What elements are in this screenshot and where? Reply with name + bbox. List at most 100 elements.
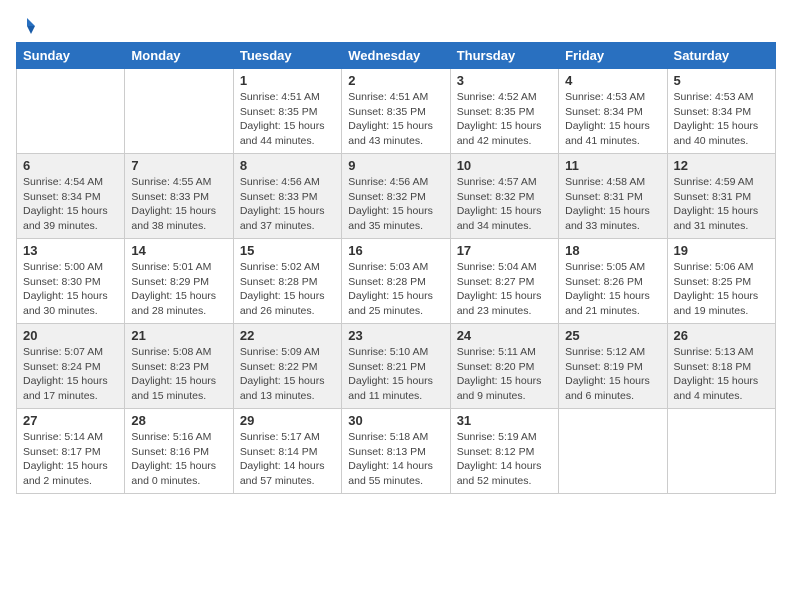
day-number: 1 (240, 73, 335, 88)
calendar-cell (17, 69, 125, 154)
day-number: 19 (674, 243, 769, 258)
logo (16, 16, 38, 32)
day-number: 10 (457, 158, 552, 173)
cell-content: Sunrise: 5:08 AM Sunset: 8:23 PM Dayligh… (131, 345, 226, 404)
calendar-cell: 30 Sunrise: 5:18 AM Sunset: 8:13 PM Dayli… (342, 409, 450, 494)
calendar-cell: 29 Sunrise: 5:17 AM Sunset: 8:14 PM Dayli… (233, 409, 341, 494)
calendar-cell: 12 Sunrise: 4:59 AM Sunset: 8:31 PM Dayli… (667, 154, 775, 239)
calendar-week-row: 13 Sunrise: 5:00 AM Sunset: 8:30 PM Dayli… (17, 239, 776, 324)
day-number: 21 (131, 328, 226, 343)
calendar-cell: 27 Sunrise: 5:14 AM Sunset: 8:17 PM Dayli… (17, 409, 125, 494)
calendar-day-header: Monday (125, 43, 233, 69)
calendar-day-header: Saturday (667, 43, 775, 69)
day-number: 20 (23, 328, 118, 343)
calendar-cell: 18 Sunrise: 5:05 AM Sunset: 8:26 PM Dayli… (559, 239, 667, 324)
cell-content: Sunrise: 5:14 AM Sunset: 8:17 PM Dayligh… (23, 430, 118, 489)
cell-content: Sunrise: 5:00 AM Sunset: 8:30 PM Dayligh… (23, 260, 118, 319)
day-number: 8 (240, 158, 335, 173)
calendar-cell: 2 Sunrise: 4:51 AM Sunset: 8:35 PM Daylig… (342, 69, 450, 154)
calendar-cell: 5 Sunrise: 4:53 AM Sunset: 8:34 PM Daylig… (667, 69, 775, 154)
page-header (16, 16, 776, 32)
day-number: 29 (240, 413, 335, 428)
cell-content: Sunrise: 4:56 AM Sunset: 8:32 PM Dayligh… (348, 175, 443, 234)
cell-content: Sunrise: 4:54 AM Sunset: 8:34 PM Dayligh… (23, 175, 118, 234)
cell-content: Sunrise: 4:59 AM Sunset: 8:31 PM Dayligh… (674, 175, 769, 234)
cell-content: Sunrise: 5:13 AM Sunset: 8:18 PM Dayligh… (674, 345, 769, 404)
calendar-cell: 17 Sunrise: 5:04 AM Sunset: 8:27 PM Dayli… (450, 239, 558, 324)
calendar-day-header: Thursday (450, 43, 558, 69)
calendar-cell: 7Sunrise: 4:55 AM Sunset: 8:33 PM Daylig… (125, 154, 233, 239)
day-number: 23 (348, 328, 443, 343)
day-number: 31 (457, 413, 552, 428)
day-number: 3 (457, 73, 552, 88)
day-number: 30 (348, 413, 443, 428)
day-number: 4 (565, 73, 660, 88)
calendar-cell: 25 Sunrise: 5:12 AM Sunset: 8:19 PM Dayli… (559, 324, 667, 409)
cell-content: Sunrise: 5:09 AM Sunset: 8:22 PM Dayligh… (240, 345, 335, 404)
cell-content: Sunrise: 5:19 AM Sunset: 8:12 PM Dayligh… (457, 430, 552, 489)
cell-content: Sunrise: 5:05 AM Sunset: 8:26 PM Dayligh… (565, 260, 660, 319)
day-number: 13 (23, 243, 118, 258)
logo-icon (17, 16, 37, 36)
cell-content: Sunrise: 4:56 AM Sunset: 8:33 PM Dayligh… (240, 175, 335, 234)
calendar-cell: 16 Sunrise: 5:03 AM Sunset: 8:28 PM Dayli… (342, 239, 450, 324)
cell-content: Sunrise: 4:51 AM Sunset: 8:35 PM Dayligh… (348, 90, 443, 149)
calendar-cell: 3 Sunrise: 4:52 AM Sunset: 8:35 PM Daylig… (450, 69, 558, 154)
cell-content: Sunrise: 4:53 AM Sunset: 8:34 PM Dayligh… (565, 90, 660, 149)
day-number: 28 (131, 413, 226, 428)
day-number: 11 (565, 158, 660, 173)
day-number: 9 (348, 158, 443, 173)
cell-content: Sunrise: 4:55 AM Sunset: 8:33 PM Dayligh… (131, 175, 226, 234)
day-number: 15 (240, 243, 335, 258)
cell-content: Sunrise: 5:12 AM Sunset: 8:19 PM Dayligh… (565, 345, 660, 404)
day-number: 14 (131, 243, 226, 258)
calendar-cell: 23 Sunrise: 5:10 AM Sunset: 8:21 PM Dayli… (342, 324, 450, 409)
day-number: 16 (348, 243, 443, 258)
calendar-cell: 21 Sunrise: 5:08 AM Sunset: 8:23 PM Dayli… (125, 324, 233, 409)
cell-content: Sunrise: 4:52 AM Sunset: 8:35 PM Dayligh… (457, 90, 552, 149)
calendar-cell: 26 Sunrise: 5:13 AM Sunset: 8:18 PM Dayli… (667, 324, 775, 409)
cell-content: Sunrise: 5:04 AM Sunset: 8:27 PM Dayligh… (457, 260, 552, 319)
day-number: 17 (457, 243, 552, 258)
cell-content: Sunrise: 5:17 AM Sunset: 8:14 PM Dayligh… (240, 430, 335, 489)
cell-content: Sunrise: 5:10 AM Sunset: 8:21 PM Dayligh… (348, 345, 443, 404)
calendar-week-row: 27 Sunrise: 5:14 AM Sunset: 8:17 PM Dayli… (17, 409, 776, 494)
cell-content: Sunrise: 5:16 AM Sunset: 8:16 PM Dayligh… (131, 430, 226, 489)
calendar-table: SundayMondayTuesdayWednesdayThursdayFrid… (16, 42, 776, 494)
day-number: 25 (565, 328, 660, 343)
day-number: 22 (240, 328, 335, 343)
day-number: 12 (674, 158, 769, 173)
cell-content: Sunrise: 5:03 AM Sunset: 8:28 PM Dayligh… (348, 260, 443, 319)
cell-content: Sunrise: 4:53 AM Sunset: 8:34 PM Dayligh… (674, 90, 769, 149)
day-number: 5 (674, 73, 769, 88)
calendar-cell: 9 Sunrise: 4:56 AM Sunset: 8:32 PM Daylig… (342, 154, 450, 239)
calendar-cell (667, 409, 775, 494)
cell-content: Sunrise: 4:58 AM Sunset: 8:31 PM Dayligh… (565, 175, 660, 234)
cell-content: Sunrise: 5:11 AM Sunset: 8:20 PM Dayligh… (457, 345, 552, 404)
day-number: 27 (23, 413, 118, 428)
calendar-day-header: Wednesday (342, 43, 450, 69)
cell-content: Sunrise: 5:01 AM Sunset: 8:29 PM Dayligh… (131, 260, 226, 319)
day-number: 18 (565, 243, 660, 258)
cell-content: Sunrise: 4:51 AM Sunset: 8:35 PM Dayligh… (240, 90, 335, 149)
calendar-week-row: 20Sunrise: 5:07 AM Sunset: 8:24 PM Dayli… (17, 324, 776, 409)
calendar-week-row: 6Sunrise: 4:54 AM Sunset: 8:34 PM Daylig… (17, 154, 776, 239)
calendar-cell (559, 409, 667, 494)
day-number: 26 (674, 328, 769, 343)
day-number: 2 (348, 73, 443, 88)
calendar-cell: 13 Sunrise: 5:00 AM Sunset: 8:30 PM Dayli… (17, 239, 125, 324)
calendar-cell: 14 Sunrise: 5:01 AM Sunset: 8:29 PM Dayli… (125, 239, 233, 324)
cell-content: Sunrise: 4:57 AM Sunset: 8:32 PM Dayligh… (457, 175, 552, 234)
calendar-cell: 1 Sunrise: 4:51 AM Sunset: 8:35 PM Daylig… (233, 69, 341, 154)
calendar-week-row: 1 Sunrise: 4:51 AM Sunset: 8:35 PM Daylig… (17, 69, 776, 154)
calendar-cell: 31 Sunrise: 5:19 AM Sunset: 8:12 PM Dayli… (450, 409, 558, 494)
cell-content: Sunrise: 5:02 AM Sunset: 8:28 PM Dayligh… (240, 260, 335, 319)
cell-content: Sunrise: 5:18 AM Sunset: 8:13 PM Dayligh… (348, 430, 443, 489)
calendar-day-header: Friday (559, 43, 667, 69)
calendar-cell: 22 Sunrise: 5:09 AM Sunset: 8:22 PM Dayli… (233, 324, 341, 409)
calendar-cell: 15 Sunrise: 5:02 AM Sunset: 8:28 PM Dayli… (233, 239, 341, 324)
calendar-cell: 8 Sunrise: 4:56 AM Sunset: 8:33 PM Daylig… (233, 154, 341, 239)
calendar-day-header: Tuesday (233, 43, 341, 69)
calendar-cell: 20Sunrise: 5:07 AM Sunset: 8:24 PM Dayli… (17, 324, 125, 409)
calendar-cell: 6Sunrise: 4:54 AM Sunset: 8:34 PM Daylig… (17, 154, 125, 239)
